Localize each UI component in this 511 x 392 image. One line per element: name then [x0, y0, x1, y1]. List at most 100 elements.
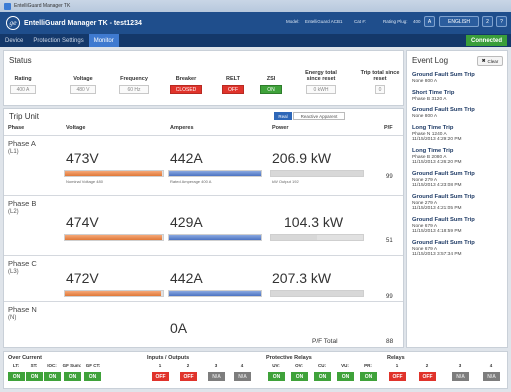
amperes-bar	[168, 234, 262, 241]
phase-amperes: 0A	[170, 320, 188, 336]
event-line: Phase B 3120 A	[412, 96, 447, 102]
app-icon	[4, 2, 11, 10]
status-value: 480 V	[70, 85, 96, 94]
tab-monitor[interactable]: Monitor	[88, 34, 119, 47]
indicator-label: GF Sum:	[62, 363, 82, 368]
amperes-bar-fill	[169, 171, 261, 176]
voltage-caption: Nominal Voltage 480	[66, 179, 103, 184]
model-label: Model:	[286, 19, 300, 24]
cat-label: Cat #:	[354, 19, 367, 24]
status-breaker: Breaker CLOSED	[170, 68, 202, 94]
event-item[interactable]: Ground Fault Sum Trip None 800 A	[412, 72, 504, 85]
clear-log-button[interactable]: ✖ Clear	[477, 56, 503, 66]
group-title-inputs-outputs: Inputs / Outputs	[147, 355, 190, 361]
event-item[interactable]: Long Time Trip Phase B 2080 A 11/15/2013 4…	[412, 148, 504, 166]
cu-indicator: ON	[314, 372, 331, 381]
event-timestamp: 11/15/2013 4:26:20 PM	[412, 160, 462, 165]
indicator-label: 1	[395, 363, 399, 368]
header-button-2[interactable]: 2	[482, 16, 493, 27]
event-item[interactable]: Ground Fault Sum Trip None 800 A	[412, 107, 504, 120]
relay-4-indicator: N/A	[483, 372, 500, 381]
indicator-label: VU:	[341, 363, 349, 368]
phase-voltage: 472V	[66, 270, 99, 286]
status-label: ZSI	[266, 76, 276, 82]
voltage-bar-fill	[65, 291, 162, 296]
event-item[interactable]: Ground Fault Sum Trip None 279 A 11/15/201…	[412, 171, 504, 189]
voltage-bar-fill	[65, 171, 162, 176]
event-title: Ground Fault Sum Trip	[412, 193, 475, 200]
status-value: 60 Hz	[119, 85, 149, 94]
column-amperes: Amperes	[170, 125, 194, 131]
gf-sum-indicator: ON	[64, 372, 81, 381]
status-label: Voltage	[73, 76, 93, 82]
event-title: Ground Fault Sum Trip	[412, 72, 475, 78]
phase-row-c: Phase C (L3) 472V 442A 207.3 kW 99	[4, 255, 403, 307]
tab-device[interactable]: Device	[0, 34, 28, 47]
phase-power: 104.3 kW	[284, 214, 344, 230]
language-select[interactable]: ENGLISH	[439, 16, 479, 27]
status-voltage: Voltage 480 V	[70, 68, 96, 94]
status-panel: Status Rating 400 A Voltage 480 V Freque…	[3, 50, 404, 106]
indicator-label: 4	[489, 363, 493, 368]
window-titlebar: EntelliGuard Manager TK	[0, 0, 511, 12]
event-title: Long Time Trip	[412, 147, 454, 154]
status-label: Energy total since reset	[305, 70, 337, 82]
indicator-label: GF CT:	[85, 363, 101, 368]
event-item[interactable]: Ground Fault Sum Trip None 279 A 11/15/201…	[412, 194, 504, 212]
input-output-1-indicator: OFF	[152, 372, 169, 381]
help-button[interactable]: ?	[496, 16, 507, 27]
voltage-bar	[64, 234, 164, 241]
phase-row-a: Phase A (L1) 473V Nominal Voltage 480 44…	[4, 135, 403, 185]
event-log-panel: Event Log ✖ Clear Ground Fault Sum Trip No…	[406, 50, 508, 348]
event-timestamp: 11/15/2013 3:57:34 PM	[412, 252, 462, 257]
voltage-bar-fill	[65, 235, 162, 240]
input-output-3-indicator: N/A	[208, 372, 225, 381]
close-icon: ✖	[481, 58, 486, 63]
event-title: Ground Fault Sum Trip	[412, 107, 475, 113]
ge-logo-icon: ge	[6, 16, 20, 30]
status-trip-total: Trip total since reset 0	[360, 68, 400, 94]
zsi-state-indicator: ON	[260, 85, 282, 94]
input-output-4-indicator: N/A	[234, 372, 251, 381]
model-value: EntelliGuard ACB1	[305, 19, 343, 24]
amperes-bar-fill	[169, 291, 261, 296]
uv-indicator: ON	[268, 372, 285, 381]
amperes-bar	[168, 290, 262, 297]
indicator-footer: Over Current Inputs / Outputs Protective…	[3, 351, 508, 389]
event-line: None 800 A	[412, 79, 438, 84]
rating-label: Rating Plug:	[383, 19, 408, 24]
tab-protection-settings[interactable]: Protection Settings	[28, 34, 88, 47]
column-pf: P/F	[384, 125, 393, 131]
real-power-toggle[interactable]: Real	[274, 112, 292, 120]
event-item[interactable]: Short Time Trip Phase B 3120 A	[412, 90, 504, 103]
unit-button[interactable]: A	[424, 16, 435, 27]
event-item[interactable]: Ground Fault Sum Trip None 679 A 11/15/201…	[412, 217, 504, 235]
status-label: RELT	[226, 76, 240, 82]
rating-value: 400	[413, 19, 421, 24]
event-timestamp: 11/15/2013 4:18:59 PM	[412, 229, 462, 234]
group-title-protective-relays: Protective Relays	[266, 355, 312, 361]
column-phase: Phase	[8, 125, 25, 131]
phase-voltage: 474V	[66, 214, 99, 230]
ov-indicator: ON	[291, 372, 308, 381]
phase-amperes: 429A	[170, 214, 203, 230]
indicator-label: 3	[458, 363, 462, 368]
phase-line: (L1)	[8, 149, 19, 155]
event-title: Ground Fault Sum Trip	[412, 216, 475, 223]
indicator-label: IOC:	[47, 363, 57, 368]
power-caption: kW Output 192	[272, 179, 299, 184]
relay-3-indicator: N/A	[452, 372, 469, 381]
reactive-apparent-toggle[interactable]: Reactive Apparent	[293, 112, 345, 120]
event-item[interactable]: Ground Fault Sum Trip None 679 A 11/15/201…	[412, 240, 504, 258]
app-header: ge EntelliGuard Manager TK - test1234 Mo…	[0, 12, 511, 34]
phase-amperes: 442A	[170, 270, 203, 286]
window-title: EntelliGuard Manager TK	[14, 3, 71, 9]
event-item[interactable]: Long Time Trip Phase N 1240 A 11/15/2013 4…	[412, 125, 504, 143]
event-title: Long Time Trip	[412, 124, 454, 131]
indicator-label: 4	[240, 363, 244, 368]
lt-indicator: ON	[8, 372, 25, 381]
trip-unit-panel: Trip Unit Real Reactive Apparent Phase V…	[3, 108, 404, 348]
status-rating: Rating 400 A	[10, 68, 36, 94]
status-value: 0 kWH	[306, 85, 336, 94]
status-zsi: ZSI ON	[260, 68, 282, 94]
